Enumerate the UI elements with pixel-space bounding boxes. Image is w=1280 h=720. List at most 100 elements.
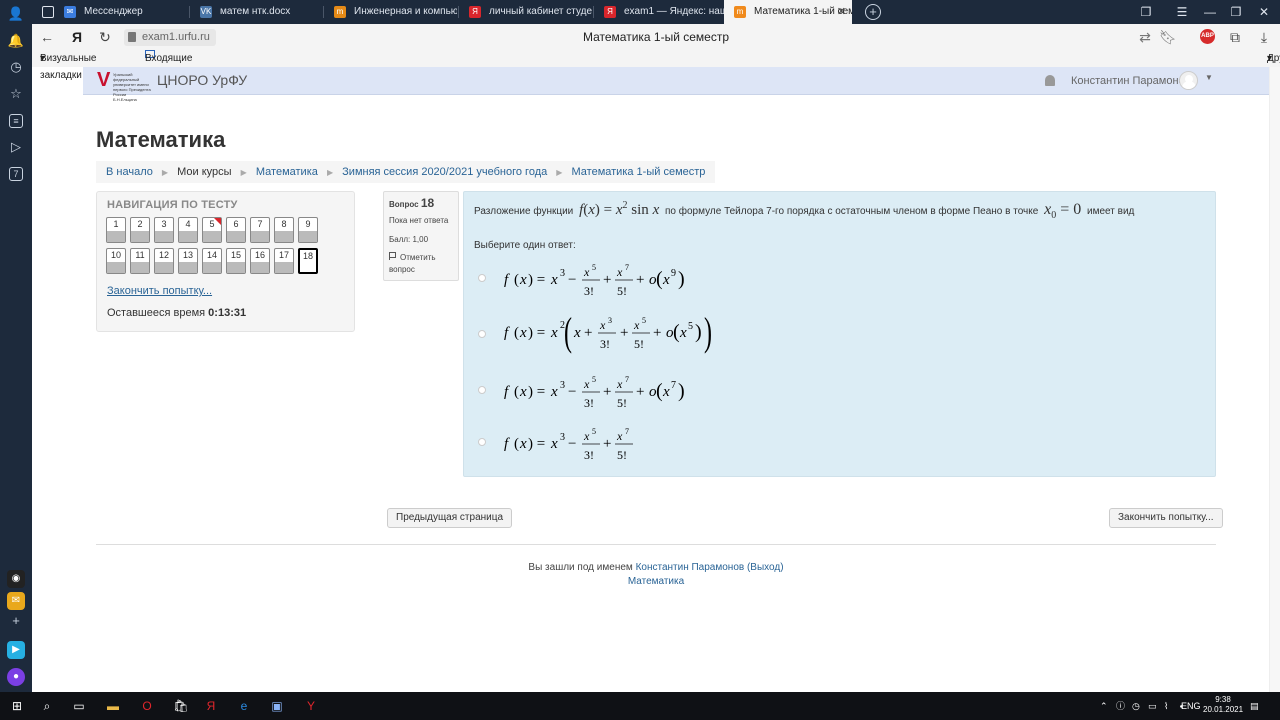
quiz-nav-button[interactable]: 14 [202,248,222,274]
bookmarks-menu-icon[interactable]: ☰ [1172,0,1192,24]
windows-start-icon[interactable]: ⊞ [8,697,26,715]
svg-text:5: 5 [592,263,596,272]
bookmark-icon[interactable]: 🔖︎ [1159,28,1177,46]
store-icon[interactable]: 🛍︎ [172,697,190,715]
tab-yandex-search[interactable]: Я exam1 — Яндекс: нашлос [594,0,724,24]
notifications-icon[interactable] [1045,75,1055,86]
avatar[interactable] [1179,71,1198,90]
quiz-nav-button[interactable]: 12 [154,248,174,274]
quiz-nav-button[interactable]: 10 [106,248,126,274]
quiz-nav-button[interactable]: 6 [226,217,246,243]
search-icon[interactable]: ⌕ [38,697,56,715]
user-name[interactable]: Константин Парамонов [1071,75,1191,87]
profile-icon[interactable]: 👤 [6,4,26,24]
urfu-logo[interactable]: V Уральский федеральный университет имен… [97,70,151,102]
breadcrumb-section[interactable]: Математика 1-ый семестр [572,166,706,178]
notifications-center-icon[interactable]: ▤ [1250,692,1259,720]
answer-radio[interactable] [478,330,486,338]
quiz-nav-button[interactable]: 2 [130,217,150,243]
answer-radio[interactable] [478,274,486,282]
svg-text:(: ( [656,380,663,402]
edge-icon[interactable]: e [235,697,253,715]
task-view-icon[interactable]: ▭ [70,697,88,715]
tab-student-cabinet[interactable]: Я личный кабинет студента [459,0,592,24]
network-icon[interactable]: ⌇ [1164,692,1168,720]
calendar-icon[interactable]: 7 [9,167,23,181]
tabs-menu-icon[interactable]: ❐ [1136,0,1156,24]
bell-icon[interactable]: 🔔 [6,31,26,51]
site-name[interactable]: ЦНОРО УрФУ [157,72,247,88]
breadcrumb-home[interactable]: В начало [106,166,153,178]
history-icon[interactable]: ◷ [6,57,26,77]
add-app-icon[interactable]: + [6,611,26,631]
answer-radio[interactable] [478,438,486,446]
close-window-icon[interactable]: ✕ [1254,0,1274,24]
quiz-nav-button[interactable]: 3 [154,217,174,243]
extensions-icon[interactable]: ⧉ [1226,28,1244,46]
alice-icon[interactable]: ● [7,668,25,686]
tab-messenger[interactable]: ✉ Мессенджер [54,0,188,24]
svg-text:x: x [679,325,687,341]
app-icon[interactable]: ▣ [268,697,286,715]
download-icon[interactable]: ⤓ [1255,28,1273,46]
reload-icon[interactable]: ↻ [96,28,114,46]
quiz-nav-button[interactable]: 1 [106,217,126,243]
translate-icon[interactable]: ⇄ [1136,28,1154,46]
quiz-nav-button[interactable]: 11 [130,248,150,274]
play-icon[interactable]: ▷ [6,137,26,157]
notes-icon[interactable]: ≡ [9,114,23,128]
url-field[interactable]: exam1.urfu.ru [124,29,216,46]
quiz-nav-button[interactable]: 17 [274,248,294,274]
tray-chevron-icon[interactable]: ⌃ [1100,692,1108,720]
music-app-icon[interactable]: ▶ [7,641,25,659]
language-indicator[interactable]: ENG [1181,692,1201,720]
quiz-nav-button[interactable]: 4 [178,217,198,243]
question-points: Балл: 1,00 [389,235,429,244]
quiz-nav-button[interactable]: 15 [226,248,246,274]
adblock-icon[interactable]: ABP [1200,29,1215,44]
svg-text:7: 7 [625,263,629,272]
tab-engineering[interactable]: m Инженерная и компьюте [324,0,457,24]
quiz-nav-button[interactable]: 7 [250,217,270,243]
new-tab-icon[interactable]: + [865,4,881,20]
quiz-nav-button[interactable]: 8 [274,217,294,243]
battery-icon[interactable]: ▭ [1148,692,1157,720]
explorer-icon[interactable]: ▬ [104,697,122,715]
answer-radio[interactable] [478,386,486,394]
finish-attempt-link[interactable]: Закончить попытку... [107,285,212,297]
tab-math-semester[interactable]: m Математика 1-ый семе ✕ [724,0,852,24]
tab-docx[interactable]: VK матем нтк.docx [190,0,322,24]
yandex-browser-icon[interactable]: Y [302,697,320,715]
previous-page-button[interactable]: Предыдущая страница [387,508,513,528]
back-icon[interactable]: ← [38,28,56,46]
breadcrumb-session[interactable]: Зимняя сессия 2020/2021 учебного года [342,166,547,178]
yandex-logo-icon[interactable]: Я [68,28,86,46]
restore-icon[interactable]: ❐ [1226,0,1246,24]
quiz-nav-button[interactable]: 9 [298,217,318,243]
page-title-center: Математика 1-ый семестр [582,30,730,44]
quiz-nav-button[interactable]: 13 [178,248,198,274]
footer-course-link[interactable]: Математика [628,576,684,587]
user-logout-link[interactable]: Константин Парамонов (Выход) [636,562,784,573]
quiz-nav-button-current[interactable]: 18 [298,248,318,274]
other-bookmarks[interactable]: Другие закладки ▾ [1267,50,1280,81]
close-tab-icon[interactable]: ✕ [837,0,846,24]
breadcrumb-course[interactable]: Математика [256,166,318,178]
visual-bookmarks[interactable]: Визуальные закладки ▾ [40,50,97,81]
page-scrollbar[interactable] [1269,67,1280,692]
yandex-taskbar-icon[interactable]: Я [202,697,220,715]
quiz-nav-button-flagged[interactable]: 5 [202,217,222,243]
tray-info-icon[interactable]: ⓘ [1116,692,1125,720]
minimize-icon[interactable]: — [1200,0,1220,24]
mail-app-icon[interactable]: ✉ [7,592,25,610]
svg-text:x: x [599,318,606,332]
finish-attempt-button[interactable]: Закончить попытку... [1109,508,1223,528]
star-icon[interactable]: ☆ [6,84,26,104]
opera-icon[interactable]: O [138,697,156,715]
quiz-nav-button[interactable]: 16 [250,248,270,274]
clock[interactable]: 9:38 20.01.2021 [1203,695,1243,715]
chevron-down-icon[interactable]: ▼ [1205,73,1213,82]
svg-text:) =: ) = [528,384,545,400]
tray-clock-icon[interactable]: ◷ [1132,692,1140,720]
flag-question-button[interactable]: Отметить вопрос [389,252,455,276]
